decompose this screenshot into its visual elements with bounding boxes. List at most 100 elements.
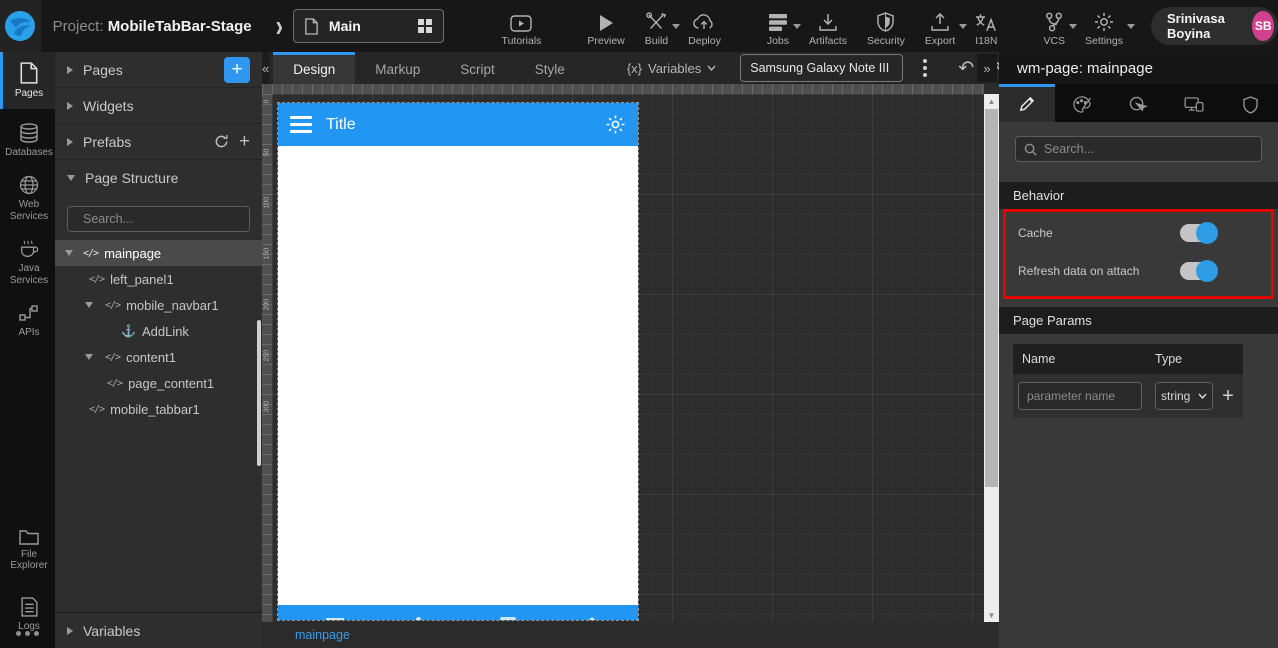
tab-devices[interactable] [1166,84,1222,122]
tree-item-left-panel1[interactable]: </> left_panel1 [55,266,262,292]
preview-button[interactable]: Preview [577,6,634,47]
deploy-button[interactable]: Deploy [678,6,731,47]
sidebar-item-pages[interactable]: Pages [0,52,55,109]
param-name-input[interactable] [1018,382,1142,410]
section-pages[interactable]: Pages + [55,52,262,88]
refresh-data-toggle[interactable] [1180,260,1218,282]
structure-search[interactable] [67,206,250,232]
tab-design[interactable]: Design [273,52,356,84]
tree-item-mainpage[interactable]: </> mainpage [55,240,262,266]
sidebar-item-apis[interactable]: APIs [0,295,55,348]
apis-label: APIs [18,327,40,338]
canvas-region: « Design Markup Script Style {x} Variabl… [262,52,1037,648]
app-logo[interactable] [0,0,41,52]
grid-icon[interactable] [417,18,433,34]
page-params-section-header[interactable]: Page Params [999,307,1278,334]
artifacts-button[interactable]: Artifacts [799,6,857,47]
scroll-up-icon[interactable]: ▲ [984,94,999,108]
more-options-icon[interactable] [0,631,55,636]
refresh-prefabs-icon[interactable] [214,134,229,149]
settings-button[interactable]: Settings [1075,6,1135,47]
cache-toggle[interactable] [1180,222,1218,244]
tab-markup[interactable]: Markup [355,52,440,84]
tab-properties[interactable] [999,84,1055,122]
jobs-button[interactable]: Jobs [757,6,802,47]
page-structure-collapse-icon [67,175,75,181]
canvas-more-menu[interactable] [919,55,931,81]
page-content-widget[interactable] [278,146,638,605]
sidebar-item-web-services[interactable]: Web Services [0,167,55,231]
properties-search[interactable] [1015,136,1262,162]
device-preview[interactable]: Title [277,102,639,621]
tutorials-button[interactable]: Tutorials [492,6,552,47]
add-page-button[interactable]: + [224,56,250,83]
tabbar-arrow-icon [586,617,598,620]
device-selector[interactable]: Samsung Galaxy Note III [740,54,904,82]
cache-field: Cache [1006,214,1271,252]
canvas-scrollbar[interactable]: ▲ ▼ [984,94,999,622]
wavemaker-logo-icon [5,11,36,41]
explorer-scrollbar[interactable] [257,320,261,466]
tree-item-mobile-navbar1[interactable]: </> mobile_navbar1 [55,292,262,318]
hamburger-menu-icon[interactable] [290,116,312,133]
java-services-icon [21,240,39,257]
tab-style[interactable]: Style [515,52,585,84]
sidebar-item-java-services[interactable]: Java Services [0,231,55,295]
expand-inspector-button[interactable]: » [977,54,997,82]
page-structure-section-label: Page Structure [85,170,179,186]
behavior-section-header[interactable]: Behavior [999,182,1278,209]
param-type-select[interactable]: string [1155,382,1213,410]
variables-section-label: Variables [83,622,141,639]
vcs-button[interactable]: VCS [1033,6,1078,47]
build-button[interactable]: Build [635,6,681,47]
tree-item-mobile-tabbar1[interactable]: </> mobile_tabbar1 [55,396,262,422]
structure-search-input[interactable] [83,212,244,226]
ruler-mark: 150 [263,247,271,260]
user-menu[interactable]: Srinivasa Boyina SB [1150,7,1278,45]
page-selector[interactable]: Main [292,9,444,43]
explorer-panel: Pages + Widgets Prefabs + Page Structure… [55,52,262,648]
tree-item-content1[interactable]: </> content1 [55,344,262,370]
tab-security[interactable] [1222,84,1278,122]
tree-item-page-content1[interactable]: </> page_content1 [55,370,262,396]
section-prefabs[interactable]: Prefabs + [55,124,262,160]
section-variables[interactable]: Variables [55,612,262,648]
artifacts-label: Artifacts [809,34,847,47]
navbar-gear-icon[interactable] [605,114,626,135]
page-params-table-header: Name Type [1013,344,1243,374]
i18n-button[interactable]: I18N [965,6,1007,47]
pages-expand-icon [67,65,73,74]
sidebar-item-databases[interactable]: Databases [0,115,55,168]
scroll-down-icon[interactable]: ▼ [984,608,999,622]
tree-item-addlink[interactable]: ⚓ AddLink [55,318,262,344]
mobile-tabbar-widget[interactable] [278,605,638,620]
code-widget-icon: </> [89,403,105,415]
ruler-horizontal [262,84,984,94]
tab-styles[interactable] [1055,84,1111,122]
mobile-navbar-widget[interactable]: Title [278,103,638,146]
tab-events[interactable] [1111,84,1167,122]
properties-search-input[interactable] [1044,142,1253,156]
open-pages-strip: mainpage [262,622,999,648]
markup-tab-label: Markup [375,62,421,77]
design-tab-label: Design [293,62,336,77]
script-tab-label: Script [460,62,495,77]
export-button[interactable]: Export [915,6,968,47]
tree-item-label: AddLink [141,323,189,339]
tab-script[interactable]: Script [440,52,515,84]
open-page-tab[interactable]: mainpage [262,628,350,642]
collapse-explorer-button[interactable]: « [262,52,270,84]
scrollbar-thumb[interactable] [985,109,998,487]
click-cursor-icon [1130,96,1148,112]
section-widgets[interactable]: Widgets [55,88,262,124]
java-services-label: Java Services [9,263,49,286]
security-button[interactable]: Security [857,6,915,47]
section-page-structure[interactable]: Page Structure [55,160,262,196]
palette-icon [1073,96,1092,113]
add-param-button[interactable]: + [1213,385,1243,408]
file-explorer-label: File Explorer [10,548,48,572]
variables-menu-button[interactable]: {x} Variables [627,52,716,84]
design-canvas[interactable]: Title [272,94,984,622]
add-prefab-icon[interactable]: + [239,131,250,153]
sidebar-item-file-explorer[interactable]: File Explorer [0,520,55,581]
